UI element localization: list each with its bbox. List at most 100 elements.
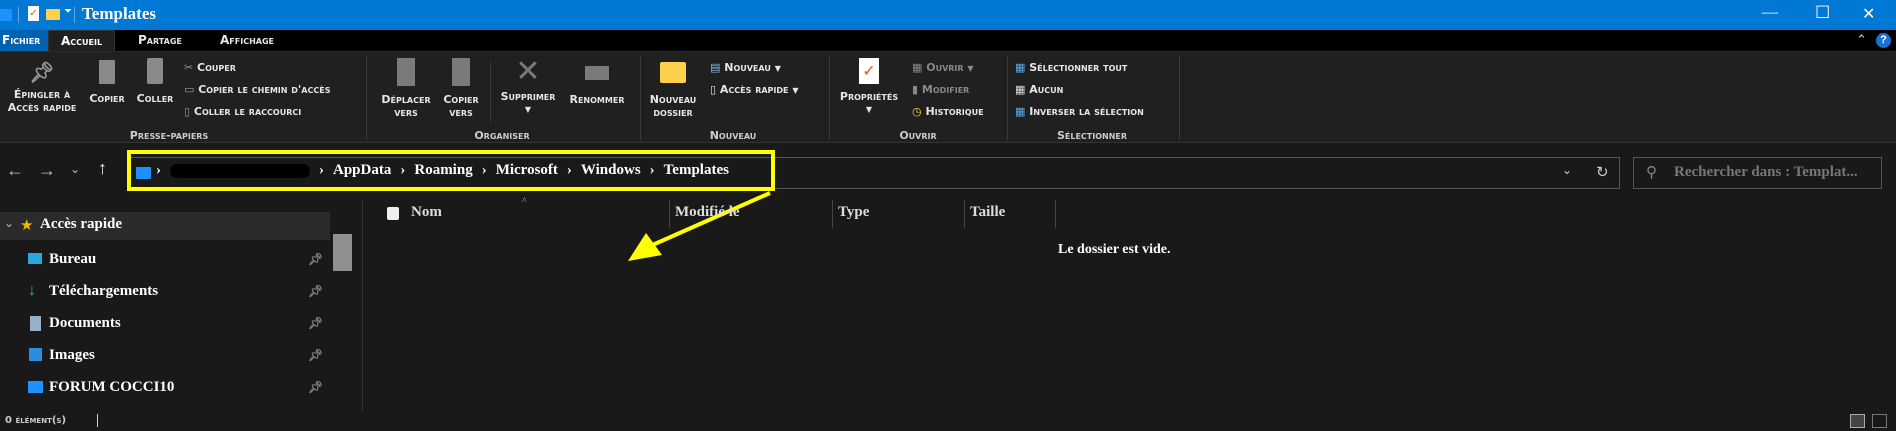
- images-icon: [29, 348, 42, 361]
- pin-icon: 📌︎: [29, 60, 55, 84]
- column-header-name[interactable]: Nom: [411, 204, 442, 221]
- recent-locations-button[interactable]: ⌄: [70, 162, 80, 177]
- column-header-type[interactable]: Type: [838, 204, 869, 221]
- label: Épingler à: [13, 88, 71, 101]
- up-button[interactable]: ↑: [98, 158, 107, 179]
- group-label-new: Nouveau: [709, 129, 757, 142]
- cut-button[interactable]: ✂ Couper: [184, 61, 236, 74]
- invert-selection-icon: ▦: [1015, 105, 1030, 118]
- details-view-icon[interactable]: [1850, 414, 1865, 428]
- nav-item-label: FORUM COCCI10: [49, 379, 175, 395]
- scissors-icon: ✂: [184, 61, 198, 74]
- separator: [1179, 56, 1180, 140]
- path-icon: ▭: [184, 83, 199, 96]
- arrow-annotation: [628, 191, 771, 261]
- nav-item-label: Téléchargements: [49, 283, 159, 299]
- nav-scrollbar-thumb[interactable]: [333, 234, 352, 271]
- nav-item-bureau[interactable]: Bureau 📌︎: [0, 244, 330, 274]
- label: Aucun: [1029, 83, 1064, 96]
- column-divider[interactable]: [1055, 200, 1056, 228]
- column-header-modified[interactable]: Modifié le: [675, 204, 740, 221]
- dropdown-arrow-icon: ▼: [524, 105, 532, 114]
- paste-shortcut-button[interactable]: ▯ Coller le raccourci: [184, 105, 301, 118]
- tab-affichage[interactable]: Affichage: [208, 30, 286, 51]
- pin-icon[interactable]: 📌︎: [308, 372, 323, 402]
- new-folder-qat-icon[interactable]: [46, 9, 60, 20]
- select-all-button[interactable]: ▦ Sélectionner tout: [1015, 61, 1127, 74]
- select-all-checkbox[interactable]: [387, 207, 399, 220]
- select-all-icon: ▦: [1015, 61, 1030, 74]
- edit-button[interactable]: ▮ Modifier: [912, 83, 969, 96]
- tab-fichier[interactable]: Fichier: [0, 30, 53, 51]
- select-none-button[interactable]: ▦ Aucun: [1015, 83, 1063, 96]
- copy-to-button[interactable]: Copier vers: [438, 58, 484, 119]
- minimize-button[interactable]: —: [1762, 4, 1778, 22]
- desktop-icon: [28, 253, 42, 264]
- pin-quick-access-button[interactable]: 📌︎ Épingler à Accès rapide: [2, 60, 82, 114]
- nav-item-documents[interactable]: Documents 📌︎: [0, 308, 330, 338]
- item-count: 0 élément(s): [5, 415, 67, 426]
- large-icons-view-icon[interactable]: [1872, 414, 1887, 428]
- new-item-button[interactable]: ▤ Nouveau ▼: [710, 61, 781, 74]
- label: Supprimer: [500, 90, 556, 103]
- nav-item-images[interactable]: Images 📌︎: [0, 340, 330, 370]
- column-header-size[interactable]: Taille: [970, 204, 1005, 221]
- nav-item-forum-cocci10[interactable]: FORUM COCCI10 📌︎: [0, 372, 330, 402]
- nav-quick-access[interactable]: ⌄ ★ Accès rapide: [0, 212, 330, 240]
- dropdown-arrow-icon: ▼: [967, 64, 974, 73]
- tab-accueil[interactable]: Accueil: [48, 30, 116, 52]
- label: Déplacer: [381, 93, 431, 106]
- chevron-down-icon[interactable]: ⌄: [4, 216, 14, 231]
- move-to-button[interactable]: Déplacer vers: [376, 58, 436, 119]
- forward-button[interactable]: →: [38, 160, 56, 181]
- search-input[interactable]: ⚲ Rechercher dans : Templat...: [1633, 157, 1882, 189]
- move-icon: [397, 58, 415, 86]
- dropdown-arrow-icon: ▼: [792, 86, 799, 95]
- label: Couper: [197, 61, 236, 74]
- column-divider[interactable]: [832, 200, 833, 228]
- new-folder-button[interactable]: Nouveau dossier: [645, 58, 701, 119]
- address-dropdown-icon[interactable]: ⌄: [1562, 163, 1572, 178]
- pin-icon[interactable]: 📌︎: [308, 276, 323, 306]
- refresh-icon[interactable]: ↻: [1596, 163, 1609, 182]
- copy-path-button[interactable]: ▭ Copier le chemin d'accès: [184, 83, 330, 96]
- nav-item-label: Documents: [49, 315, 121, 331]
- collapse-ribbon-icon[interactable]: ⌃: [1856, 32, 1867, 48]
- group-label-select: Sélectionner: [1056, 129, 1128, 142]
- close-button[interactable]: ✕: [1862, 4, 1875, 24]
- label: vers: [394, 106, 418, 119]
- rename-button[interactable]: Renommer: [564, 58, 630, 106]
- pin-icon[interactable]: 📌︎: [308, 244, 323, 274]
- properties-button[interactable]: ✓ Propriétés ▼: [834, 58, 904, 116]
- open-button[interactable]: ▦ Ouvrir ▼: [912, 61, 974, 74]
- customize-qat-icon[interactable]: ⏷: [64, 6, 72, 17]
- download-icon: ↓: [28, 282, 36, 299]
- history-button[interactable]: ◷ Historique: [912, 105, 984, 118]
- delete-button[interactable]: ✕ Supprimer ▼: [494, 56, 562, 116]
- label: Coller le raccourci: [193, 105, 302, 118]
- tab-partage[interactable]: Partage: [126, 30, 194, 51]
- properties-check-icon: ✓: [859, 58, 879, 84]
- folder-icon: [0, 9, 12, 21]
- separator: [640, 56, 641, 140]
- paste-button[interactable]: Coller: [134, 58, 176, 105]
- group-label-open: Ouvrir: [899, 129, 937, 142]
- separator: [1007, 56, 1008, 140]
- maximize-button[interactable]: ☐: [1815, 3, 1830, 23]
- column-divider[interactable]: [669, 200, 670, 228]
- back-button[interactable]: ←: [6, 160, 24, 181]
- easy-access-button[interactable]: ▯ Accès rapide ▼: [710, 83, 799, 96]
- properties-qat-icon[interactable]: ✓: [28, 6, 39, 21]
- pane-divider[interactable]: [362, 200, 363, 411]
- column-divider[interactable]: [964, 200, 965, 228]
- label: Accès rapide: [719, 83, 789, 96]
- label: Modifier: [921, 83, 970, 96]
- invert-selection-button[interactable]: ▦ Inverser la sélection: [1015, 105, 1144, 118]
- help-icon[interactable]: ?: [1876, 33, 1891, 48]
- nav-item-telechargements[interactable]: ↓ Téléchargements 📌︎: [0, 276, 330, 306]
- label: Copier: [443, 93, 479, 106]
- copy-button[interactable]: Copier: [86, 58, 128, 105]
- pin-icon[interactable]: 📌︎: [308, 340, 323, 370]
- pin-icon[interactable]: 📌︎: [308, 308, 323, 338]
- label: Historique: [925, 105, 984, 118]
